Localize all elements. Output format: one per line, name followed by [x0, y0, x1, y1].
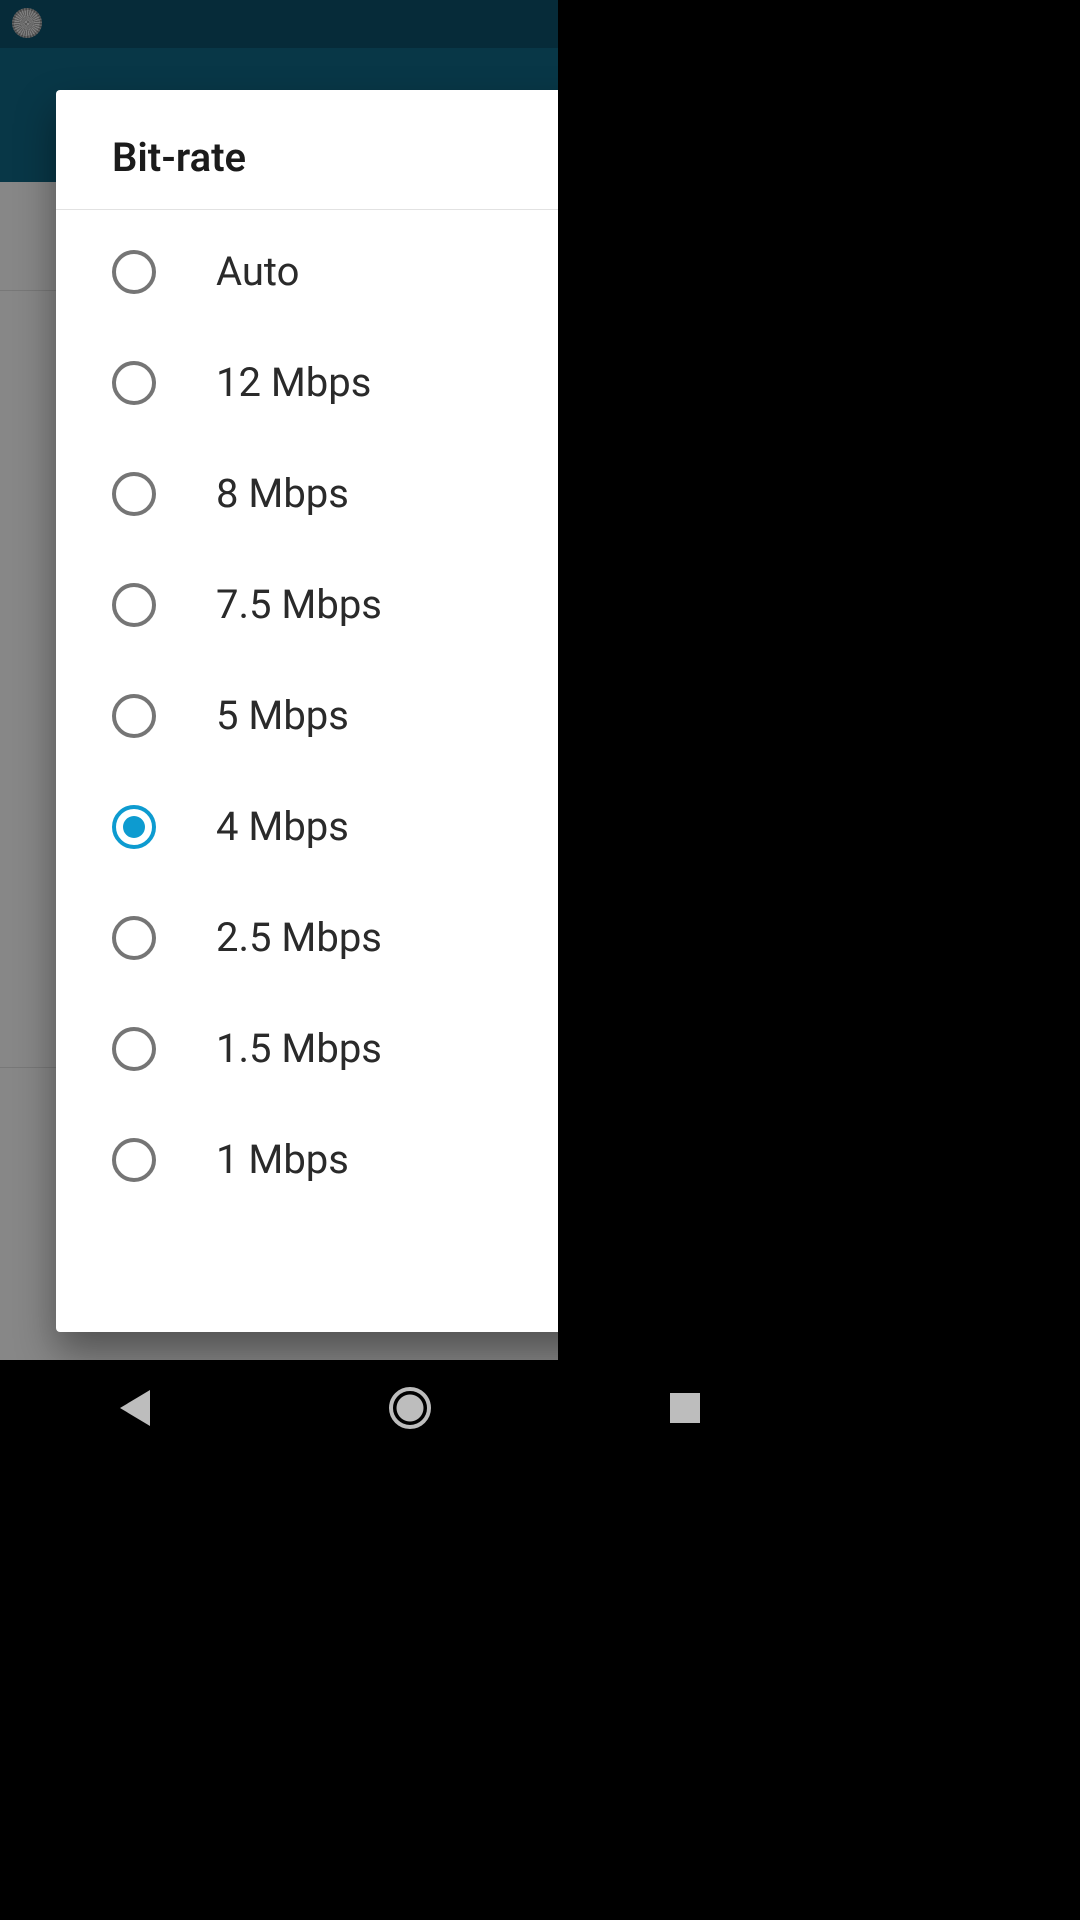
- option-label: 1.5 Mbps: [216, 1025, 382, 1072]
- radio-icon: [112, 361, 156, 405]
- back-icon[interactable]: [120, 1390, 150, 1426]
- radio-icon: [112, 694, 156, 738]
- right-black-strip: [558, 0, 819, 1456]
- option-label: 8 Mbps: [216, 470, 349, 517]
- radio-icon: [112, 1138, 156, 1182]
- radio-icon: [112, 805, 156, 849]
- option-label: 4 Mbps: [216, 803, 349, 850]
- option-label: 1 Mbps: [216, 1136, 349, 1183]
- option-label: 12 Mbps: [216, 359, 371, 406]
- navigation-bar: [0, 1360, 819, 1456]
- home-icon[interactable]: [389, 1387, 431, 1429]
- radio-icon: [112, 250, 156, 294]
- option-label: Auto: [216, 248, 299, 295]
- radio-icon: [112, 472, 156, 516]
- recent-apps-icon[interactable]: [670, 1393, 700, 1423]
- option-label: 7.5 Mbps: [216, 581, 382, 628]
- radio-icon: [112, 583, 156, 627]
- option-label: 5 Mbps: [216, 692, 349, 739]
- radio-icon: [112, 916, 156, 960]
- radio-icon: [112, 1027, 156, 1071]
- option-label: 2.5 Mbps: [216, 914, 382, 961]
